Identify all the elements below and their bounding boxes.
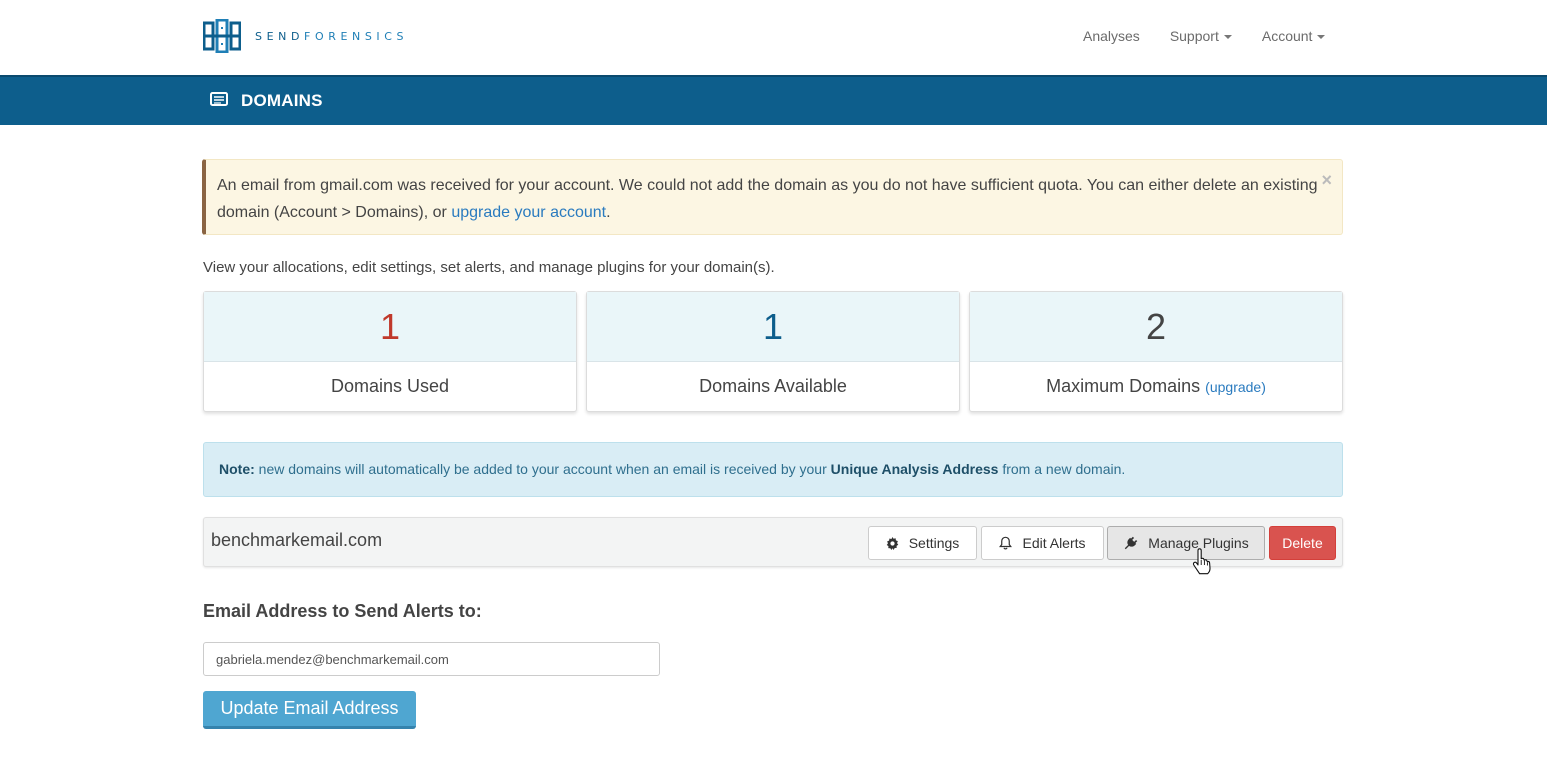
update-email-button[interactable]: Update Email Address — [203, 691, 416, 729]
caret-down-icon — [1223, 35, 1232, 40]
stat-value: 1 — [204, 292, 576, 362]
brand-logo[interactable]: SENDFORENSICS — [203, 19, 408, 53]
brand-name-suffix: FORENSICS — [304, 29, 409, 43]
stat-value: 2 — [970, 292, 1342, 362]
domain-name: benchmarkemail.com — [211, 530, 383, 550]
bell-icon — [999, 536, 1013, 550]
top-navbar: SENDFORENSICS Analyses Support Account — [0, 0, 1547, 75]
stat-label: Domains Available — [699, 376, 847, 396]
note-bold: Unique Analysis Address — [830, 461, 999, 477]
nav-account[interactable]: Account — [1262, 28, 1326, 44]
note-label: Note: — [219, 461, 255, 477]
gear-icon — [886, 536, 899, 550]
nav-support[interactable]: Support — [1170, 28, 1232, 44]
nav-links: Analyses Support Account — [1083, 28, 1355, 44]
upgrade-link[interactable]: (upgrade) — [1205, 379, 1266, 395]
upgrade-account-link[interactable]: upgrade your account — [451, 204, 606, 221]
nav-analyses[interactable]: Analyses — [1083, 28, 1140, 44]
alert-text-end: . — [606, 204, 611, 221]
note-text: new domains will automatically be added … — [258, 461, 827, 477]
page-header: DOMAINS — [0, 75, 1547, 125]
sendforensics-logo-icon — [203, 19, 241, 53]
caret-down-icon — [1317, 35, 1326, 40]
nav-account-label: Account — [1261, 28, 1313, 44]
alerts-email-label: Email Address to Send Alerts to: — [203, 601, 482, 621]
intro-text: View your allocations, edit settings, se… — [203, 259, 775, 276]
note-text-end: from a new domain. — [1002, 461, 1126, 477]
page-title: DOMAINS — [241, 91, 323, 110]
alert-email-input[interactable] — [203, 642, 660, 676]
hand-pointer-cursor-icon — [1192, 548, 1211, 575]
brand-name-prefix: SEND — [255, 29, 305, 43]
manage-plugins-button[interactable]: Manage Plugins — [1107, 526, 1265, 560]
stat-label-row: Maximum Domains (upgrade) — [970, 362, 1342, 411]
nav-support-label: Support — [1169, 28, 1219, 44]
alert-text: An email from gmail.com was received for… — [217, 177, 1318, 221]
stat-label: Domains Used — [330, 376, 450, 396]
edit-alerts-label: Edit Alerts — [1022, 535, 1086, 551]
note-info-alert: Note: new domains will automatically be … — [203, 442, 1343, 497]
stat-label: Maximum Domains — [1046, 376, 1201, 396]
plug-icon — [1123, 536, 1138, 551]
close-icon[interactable]: × — [1321, 171, 1332, 189]
delete-button[interactable]: Delete — [1269, 526, 1336, 560]
settings-label: Settings — [908, 535, 960, 551]
stat-domains-used: 1 Domains Used — [203, 291, 577, 412]
brand-name: SENDFORENSICS — [255, 30, 408, 43]
stat-value: 1 — [587, 292, 959, 362]
stat-domains-available: 1 Domains Available — [586, 291, 960, 412]
edit-alerts-button[interactable]: Edit Alerts — [981, 526, 1104, 560]
stat-maximum-domains: 2 Maximum Domains (upgrade) — [969, 291, 1343, 412]
list-card-icon — [210, 92, 228, 111]
domain-row: benchmarkemail.com Settings Edit Alerts … — [203, 517, 1343, 567]
quota-warning-alert: An email from gmail.com was received for… — [202, 159, 1343, 235]
settings-button[interactable]: Settings — [868, 526, 977, 560]
